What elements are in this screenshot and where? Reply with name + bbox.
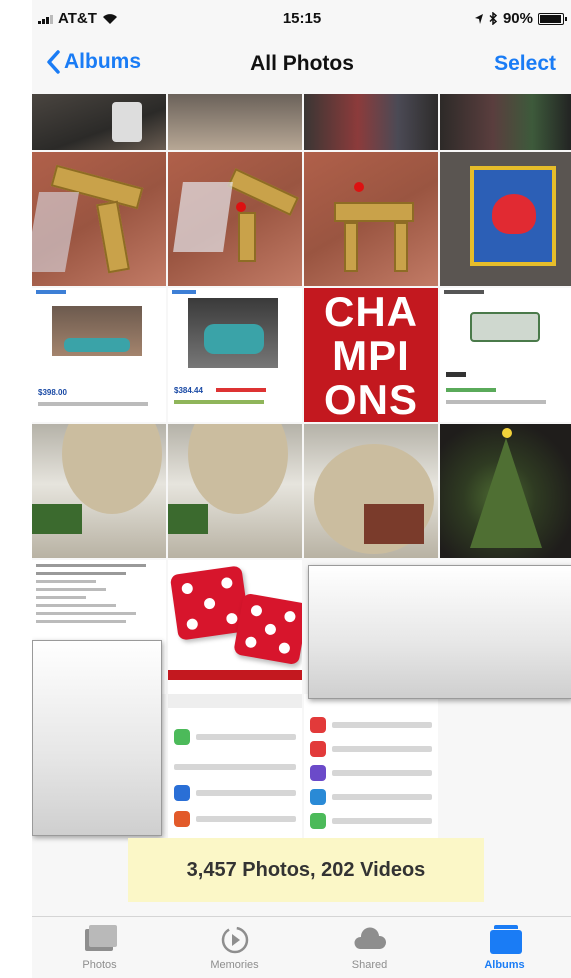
navigation-bar: Albums All Photos Select [32,36,571,94]
champions-line: ONS [323,376,418,422]
back-button[interactable]: Albums [46,50,141,74]
tab-albums-label: Albums [484,959,525,971]
status-right: 90% [474,10,567,27]
back-button-label: Albums [64,50,142,73]
photo-thumbnail[interactable] [168,694,302,840]
photos-icon [83,925,117,955]
albums-icon [488,925,522,955]
photo-thumbnail[interactable]: CHA MPI ONS [304,288,438,422]
photo-thumbnail[interactable] [304,694,438,840]
photo-thumbnail[interactable] [168,424,302,558]
photo-thumbnail[interactable] [304,152,438,286]
tab-photos[interactable]: Photos [32,917,167,978]
ad-price: $384.44 [174,386,203,395]
tab-photos-label: Photos [82,959,117,971]
photo-thumbnail[interactable] [440,152,571,286]
photo-thumbnail[interactable]: $398.00 [32,288,166,422]
dice-image [233,592,302,666]
ad-price: $398.00 [38,388,67,397]
photo-thumbnail[interactable] [304,94,438,150]
chevron-left-icon [47,50,60,74]
tab-albums[interactable]: Albums [437,917,571,978]
photo-thumbnail[interactable] [440,288,571,422]
photo-thumbnail[interactable] [440,424,571,558]
photos-app: AT&T 15:15 90% Albums All Photos Select [32,0,571,978]
photo-thumbnail[interactable] [168,560,302,694]
photo-thumbnail[interactable] [32,94,166,150]
photo-thumbnail[interactable] [440,94,571,150]
champions-line: MPI [332,332,410,379]
photo-thumbnail[interactable] [32,424,166,558]
status-bar: AT&T 15:15 90% [32,0,571,36]
photo-thumbnail[interactable] [168,152,302,286]
tab-memories[interactable]: Memories [167,917,302,978]
photo-thumbnail[interactable] [32,152,166,286]
battery-percent: 90% [502,10,533,27]
tab-shared[interactable]: Shared [302,917,437,978]
memories-icon [218,925,252,955]
tab-bar: Photos Memories Shared Albums [32,916,571,978]
photo-count-label: 3,457 Photos, 202 Videos [186,858,426,881]
bluetooth-icon [489,12,498,25]
battery-icon [538,12,567,25]
tab-memories-label: Memories [210,959,259,971]
select-button[interactable]: Select [494,52,556,76]
location-icon [474,13,483,24]
redaction-box [308,565,571,699]
photo-thumbnail[interactable]: $384.44 [168,288,302,422]
champions-line: CHA [324,288,418,335]
shared-icon [353,925,387,955]
redaction-box [32,640,162,836]
photo-thumbnail[interactable] [168,94,302,150]
tab-shared-label: Shared [351,959,388,971]
photo-thumbnail[interactable] [304,424,438,558]
photo-count-summary: 3,457 Photos, 202 Videos [128,838,484,902]
